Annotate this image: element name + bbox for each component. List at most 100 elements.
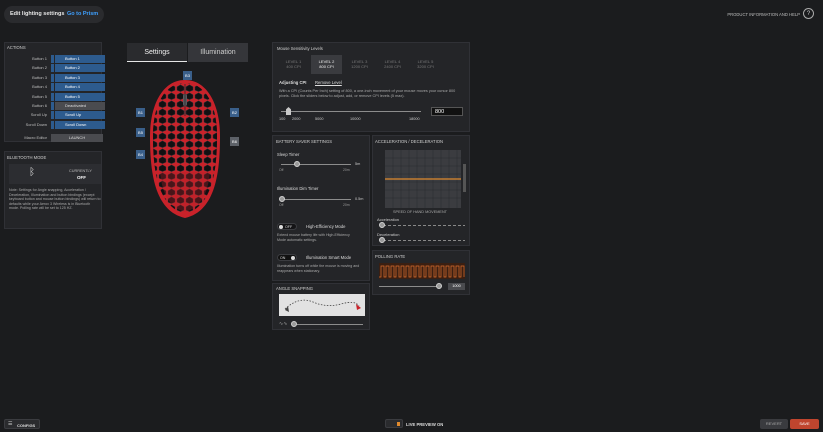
battery-panel: BATTERY SAVER SETTINGS Sleep Timer 5m Of… bbox=[272, 135, 370, 281]
acceleration-slider[interactable] bbox=[383, 225, 465, 227]
sleep-timer-min: Off bbox=[279, 168, 284, 172]
bottom-bar: ☰ CONFIGS LIVE PREVIEW ON REVERT SAVE bbox=[0, 416, 823, 432]
action-row-value[interactable]: Deactivated bbox=[55, 102, 105, 110]
cpi-slider[interactable] bbox=[281, 111, 421, 113]
help-icon[interactable]: ? bbox=[803, 8, 814, 19]
tab-level-2[interactable]: LEVEL 2 800 CPI bbox=[311, 55, 342, 74]
polling-rate-knob[interactable] bbox=[436, 283, 442, 289]
battery-title: BATTERY SAVER SETTINGS bbox=[276, 139, 333, 144]
high-efficiency-toggle[interactable]: OFF bbox=[277, 223, 297, 230]
action-row-arrow[interactable] bbox=[51, 55, 54, 63]
action-row-label: Button 1 bbox=[32, 56, 47, 61]
action-row[interactable]: Button 6 Deactivated bbox=[5, 102, 105, 110]
button-chip-b5[interactable]: B5 bbox=[136, 128, 145, 137]
tab-settings[interactable]: Settings bbox=[127, 43, 187, 62]
top-bar: Edit lighting settings Go to Prism PRODU… bbox=[0, 0, 823, 30]
bluetooth-note: Note: Settings for Angle snapping, Accel… bbox=[9, 188, 101, 211]
action-row-value[interactable]: Button 3 bbox=[55, 73, 105, 82]
bluetooth-panel: BLUETOOTH MODE ᛒ CURRENTLY OFF Note: Set… bbox=[4, 151, 102, 229]
button-chip-b6[interactable]: B6 bbox=[230, 137, 239, 146]
toggle-knob bbox=[279, 225, 283, 229]
action-row-arrow[interactable] bbox=[51, 92, 54, 101]
sensitivity-title: Mouse Sensitivity Levels bbox=[277, 46, 323, 51]
action-row[interactable]: Button 3 Button 3 bbox=[5, 73, 105, 82]
toggle-knob bbox=[291, 256, 295, 260]
dim-timer-knob[interactable] bbox=[279, 196, 285, 202]
action-row[interactable]: Scroll Down Scroll Down bbox=[5, 120, 105, 129]
action-row-label: Scroll Up bbox=[30, 112, 47, 118]
polling-rate-value[interactable]: 1000 bbox=[448, 283, 465, 290]
smart-mode-label: Illumination Smart Mode bbox=[306, 255, 352, 260]
button-chip-b4[interactable]: B4 bbox=[136, 150, 145, 159]
remove-level-link[interactable]: Remove Level bbox=[315, 80, 342, 85]
action-row[interactable]: Button 1 Button 1 bbox=[5, 55, 105, 63]
tab-level-3[interactable]: LEVEL 3 1200 CPI bbox=[344, 55, 375, 74]
prism-link[interactable]: Go to Prism bbox=[67, 11, 98, 17]
level-name: LEVEL 2 bbox=[318, 59, 335, 64]
sleep-timer-label: Sleep Timer bbox=[277, 152, 300, 157]
sleep-timer-value: 5m bbox=[355, 162, 361, 166]
cpi-value-input[interactable]: 800 bbox=[431, 107, 463, 116]
level-name: LEVEL 4 bbox=[384, 59, 401, 64]
button-chip-b1[interactable]: B1 bbox=[136, 108, 145, 117]
action-row-value[interactable]: Button 1 bbox=[55, 55, 105, 63]
tab-level-1[interactable]: LEVEL 1 400 CPI bbox=[278, 55, 309, 74]
action-row-arrow[interactable] bbox=[51, 73, 54, 82]
help-label[interactable]: PRODUCT INFORMATION AND HELP bbox=[727, 12, 800, 17]
sleep-timer-knob[interactable] bbox=[294, 161, 300, 167]
level-tabs: LEVEL 1 400 CPI LEVEL 2 800 CPI LEVEL 3 1200 … bbox=[278, 55, 458, 74]
live-preview-toggle[interactable] bbox=[385, 419, 403, 428]
button-chip-b3[interactable]: B3 bbox=[183, 71, 192, 80]
action-row-arrow[interactable] bbox=[51, 83, 54, 92]
action-row-value[interactable]: Button 5 bbox=[55, 92, 105, 101]
cpi-description: With a CPI (Counts Per Inch) setting of … bbox=[279, 89, 456, 98]
action-row-arrow[interactable] bbox=[51, 64, 54, 73]
cpi-slider-handle[interactable] bbox=[286, 107, 291, 115]
acceleration-title: ACCELERATION / DECELERATION bbox=[375, 139, 444, 144]
action-row-value[interactable]: Scroll Up bbox=[55, 111, 105, 120]
action-row-arrow[interactable] bbox=[51, 111, 54, 120]
launch-button[interactable]: LAUNCH bbox=[51, 134, 103, 142]
action-row-arrow[interactable] bbox=[51, 102, 54, 110]
polling-rate-panel: POLLING RATE 1000 bbox=[372, 250, 470, 295]
high-efficiency-state: OFF bbox=[285, 225, 293, 229]
action-row-value[interactable]: Button 2 bbox=[55, 64, 105, 73]
smart-mode-toggle[interactable]: ON bbox=[277, 254, 297, 261]
action-row-label: Button 4 bbox=[32, 84, 47, 90]
action-row[interactable]: Button 2 Button 2 bbox=[5, 64, 105, 73]
angle-snapping-slider[interactable] bbox=[293, 324, 363, 326]
tab-illumination[interactable]: Illumination bbox=[188, 43, 248, 62]
bluetooth-toggle[interactable]: ᛒ CURRENTLY OFF bbox=[9, 164, 101, 184]
action-row[interactable]: Button 5 Button 5 bbox=[5, 92, 105, 101]
save-button[interactable]: SAVE bbox=[790, 419, 819, 429]
deceleration-slider[interactable] bbox=[383, 240, 465, 242]
tab-level-5[interactable]: LEVEL 5 3200 CPI bbox=[410, 55, 441, 74]
button-chip-b2[interactable]: B2 bbox=[230, 108, 239, 117]
level-name: LEVEL 3 bbox=[351, 59, 368, 64]
action-row[interactable]: Scroll Up Scroll Up bbox=[5, 111, 105, 120]
sleep-timer-slider[interactable] bbox=[281, 164, 351, 166]
action-row-arrow[interactable] bbox=[51, 120, 54, 129]
tab-level-4[interactable]: LEVEL 4 2400 CPI bbox=[377, 55, 408, 74]
high-efficiency-desc: Extend mouse battery life with High-Effi… bbox=[277, 233, 350, 242]
live-preview-indicator bbox=[397, 422, 400, 426]
live-preview-label: LIVE PREVIEW ON bbox=[406, 422, 444, 427]
acceleration-knob[interactable] bbox=[379, 222, 385, 228]
action-row-label: Button 2 bbox=[32, 65, 47, 71]
dim-timer-slider[interactable] bbox=[281, 199, 351, 201]
configs-button[interactable]: ☰ CONFIGS bbox=[4, 419, 40, 429]
action-row-value[interactable]: Button 4 bbox=[55, 83, 105, 92]
adjusting-cpi-label: Adjusting CPI bbox=[279, 80, 307, 85]
configs-icon: ☰ bbox=[8, 421, 13, 427]
revert-button[interactable]: REVERT bbox=[760, 419, 788, 429]
polling-rate-slider[interactable] bbox=[379, 286, 441, 288]
deceleration-knob[interactable] bbox=[379, 237, 385, 243]
action-row-value[interactable]: Scroll Down bbox=[55, 120, 105, 129]
help-link[interactable]: PRODUCT INFORMATION AND HELP ? bbox=[718, 8, 818, 20]
angle-snapping-knob[interactable] bbox=[291, 321, 297, 327]
smart-mode-state: ON bbox=[280, 256, 286, 260]
action-row-label: Scroll Down bbox=[25, 121, 47, 127]
angle-snapping-panel: ANGLE SNAPPING ∿∿ bbox=[272, 283, 370, 330]
action-row[interactable]: Button 4 Button 4 bbox=[5, 83, 105, 92]
bluetooth-title: BLUETOOTH MODE bbox=[7, 155, 47, 160]
